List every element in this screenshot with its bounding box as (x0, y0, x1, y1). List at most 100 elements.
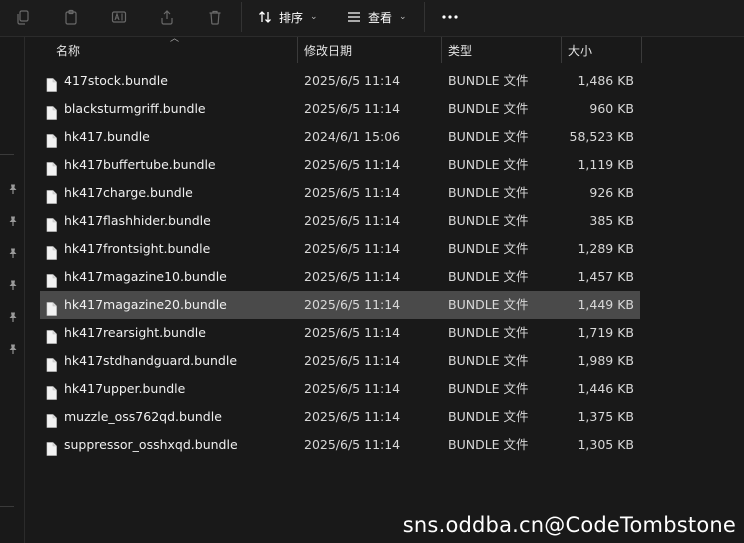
pin-icon[interactable] (7, 308, 19, 322)
column-header-size[interactable]: 大小 (568, 37, 592, 63)
share-icon[interactable] (155, 5, 179, 29)
file-type: BUNDLE 文件 (448, 409, 529, 424)
file-type: BUNDLE 文件 (448, 73, 529, 88)
pin-icon[interactable] (7, 180, 19, 194)
file-row[interactable]: hk417frontsight.bundle 2025/6/5 11:14 BUND… (40, 235, 640, 263)
file-type: BUNDLE 文件 (448, 241, 529, 256)
file-name: suppressor_osshxqd.bundle (64, 437, 238, 452)
file-row[interactable]: hk417.bundle 2024/6/1 15:06 BUNDLE 文件 58,52… (40, 123, 640, 151)
view-list-icon (348, 12, 360, 22)
file-name: hk417upper.bundle (64, 381, 186, 396)
file-icon (46, 186, 57, 204)
column-header-type[interactable]: 类型 (448, 37, 472, 63)
pin-icon[interactable] (7, 244, 19, 258)
watermark-text: sns.oddba.cn@CodeTombstone (402, 513, 736, 537)
file-size: 1,375 KB (577, 409, 634, 424)
file-icon (46, 130, 57, 148)
toolbar-separator (241, 2, 242, 32)
rename-icon[interactable] (107, 5, 131, 29)
file-size: 58,523 KB (569, 129, 634, 144)
file-date: 2024/6/1 15:06 (304, 129, 401, 144)
file-name: hk417magazine20.bundle (64, 297, 227, 312)
nav-divider (0, 154, 14, 155)
file-size: 1,449 KB (577, 297, 634, 312)
file-row[interactable]: hk417buffertube.bundle 2025/6/5 11:14 BUND… (40, 151, 640, 179)
column-header-name[interactable]: 名称 (56, 37, 80, 63)
column-resize-handle[interactable] (641, 37, 642, 63)
file-name: hk417.bundle (64, 129, 150, 144)
column-header-date[interactable]: 修改日期 (304, 37, 352, 63)
column-resize-handle[interactable] (297, 37, 298, 63)
file-type: BUNDLE 文件 (448, 353, 529, 368)
pin-icon[interactable] (7, 340, 19, 354)
view-label: 查看 (368, 10, 393, 25)
file-date: 2025/6/5 11:14 (304, 185, 401, 200)
file-date: 2025/6/5 11:14 (304, 241, 401, 256)
file-type: BUNDLE 文件 (448, 213, 529, 228)
file-row[interactable]: muzzle_oss762qd.bundle 2025/6/5 11:14 BUND… (40, 403, 640, 431)
file-icon (46, 410, 57, 428)
sort-label: 排序 (279, 10, 304, 25)
file-icon (46, 326, 57, 344)
file-name: hk417magazine10.bundle (64, 269, 227, 284)
column-header-label: 名称 (56, 43, 81, 58)
file-date: 2025/6/5 11:14 (304, 213, 401, 228)
file-name: muzzle_oss762qd.bundle (64, 409, 222, 424)
file-date: 2025/6/5 11:14 (304, 297, 401, 312)
file-row[interactable]: blacksturmgriff.bundle 2025/6/5 11:14 BUND… (40, 95, 640, 123)
file-type: BUNDLE 文件 (448, 297, 529, 312)
file-name: hk417buffertube.bundle (64, 157, 216, 172)
file-size: 1,446 KB (577, 381, 634, 396)
copy-icon[interactable] (11, 5, 35, 29)
file-row[interactable]: hk417upper.bundle 2025/6/5 11:14 BUNDLE 文件… (40, 375, 640, 403)
file-date: 2025/6/5 11:14 (304, 409, 401, 424)
file-type: BUNDLE 文件 (448, 437, 529, 452)
delete-icon[interactable] (203, 5, 227, 29)
file-date: 2025/6/5 11:14 (304, 101, 401, 116)
toolbar-separator (424, 2, 425, 32)
file-row[interactable]: hk417rearsight.bundle 2025/6/5 11:14 BUNDL… (40, 319, 640, 347)
column-resize-handle[interactable] (441, 37, 442, 63)
file-row[interactable]: suppressor_osshxqd.bundle 2025/6/5 11:14 B… (40, 431, 640, 459)
file-icon (46, 298, 57, 316)
file-size: 1,119 KB (577, 157, 634, 172)
file-row[interactable]: hk417flashhider.bundle 2025/6/5 11:14 BUND… (40, 207, 640, 235)
file-name: hk417flashhider.bundle (64, 213, 211, 228)
file-icon (46, 214, 57, 232)
file-type: BUNDLE 文件 (448, 101, 529, 116)
file-row[interactable]: hk417magazine20.bundle 2025/6/5 11:14 BUND… (40, 291, 640, 319)
nav-divider (0, 506, 14, 507)
column-header-label: 大小 (568, 43, 593, 58)
chevron-down-icon: ⌄ (399, 12, 407, 22)
sort-button[interactable]: 排序 ⌄ (257, 5, 318, 29)
pin-icon[interactable] (7, 212, 19, 226)
file-date: 2025/6/5 11:14 (304, 325, 401, 340)
view-button[interactable]: 查看 ⌄ (346, 5, 407, 29)
file-type: BUNDLE 文件 (448, 269, 529, 284)
file-row[interactable]: hk417magazine10.bundle 2025/6/5 11:14 BUND… (40, 263, 640, 291)
file-icon (46, 102, 57, 120)
paste-icon[interactable] (59, 5, 83, 29)
column-resize-handle[interactable] (561, 37, 562, 63)
file-icon (46, 158, 57, 176)
file-size: 385 KB (589, 213, 634, 228)
pane-divider[interactable] (24, 37, 25, 543)
chevron-down-icon: ⌄ (310, 12, 318, 22)
column-header-row: 名称 修改日期 类型 大小 (40, 37, 642, 63)
file-size: 1,989 KB (577, 353, 634, 368)
file-row[interactable]: hk417stdhandguard.bundle 2025/6/5 11:14 BU… (40, 347, 640, 375)
sort-icon (259, 11, 271, 23)
pin-icon[interactable] (7, 276, 19, 290)
file-size: 1,305 KB (577, 437, 634, 452)
file-size: 1,486 KB (577, 73, 634, 88)
column-header-label: 类型 (448, 43, 473, 58)
file-list: 417stock.bundle 2025/6/5 11:14 BUNDLE 文件 1,… (40, 67, 640, 459)
navigation-pane (0, 37, 24, 543)
column-header-label: 修改日期 (304, 43, 353, 58)
file-row[interactable]: hk417charge.bundle 2025/6/5 11:14 BUNDLE 文… (40, 179, 640, 207)
more-options-icon[interactable] (438, 5, 462, 29)
file-type: BUNDLE 文件 (448, 185, 529, 200)
file-row[interactable]: 417stock.bundle 2025/6/5 11:14 BUNDLE 文件 1,… (40, 67, 640, 95)
file-date: 2025/6/5 11:14 (304, 353, 401, 368)
file-icon (46, 242, 57, 260)
